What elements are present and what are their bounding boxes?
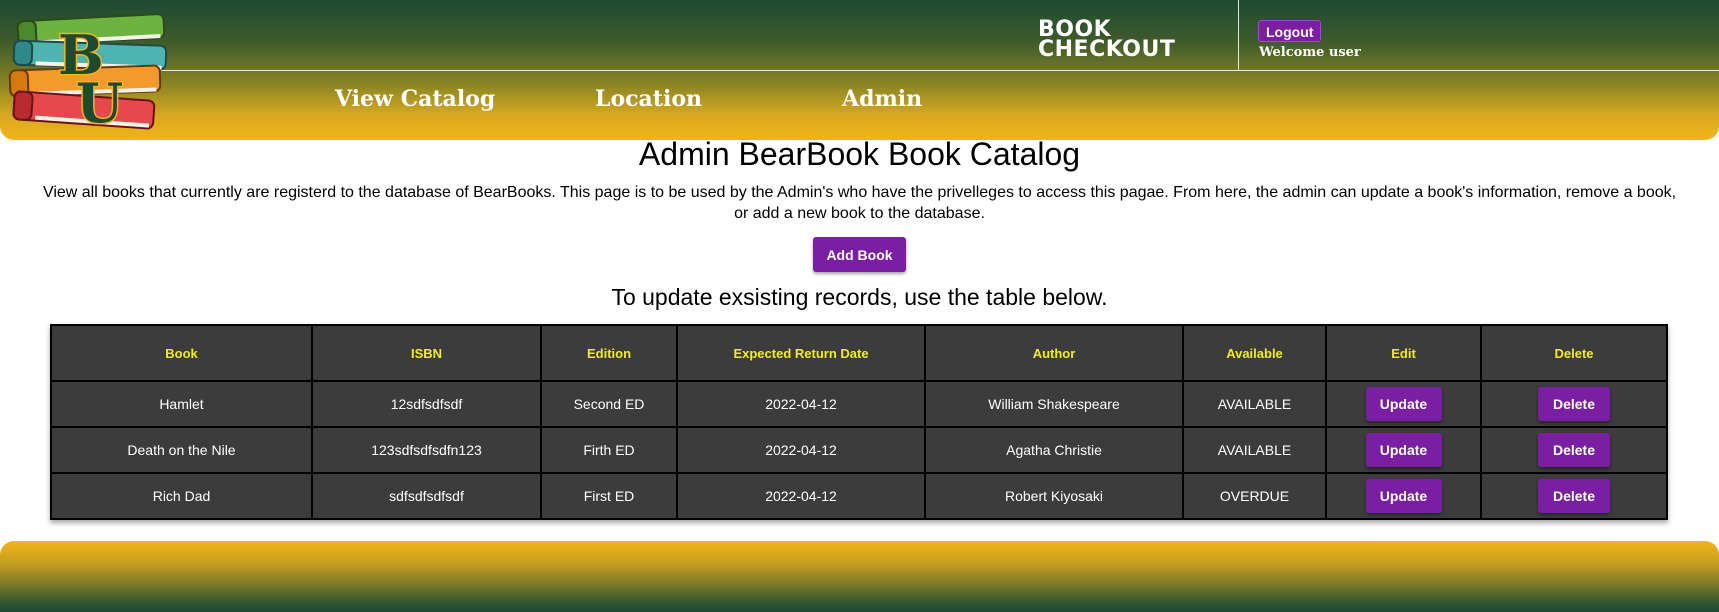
cell-book: Rich Dad (50, 472, 313, 520)
col-header-return-date: Expected Return Date (676, 324, 926, 382)
table-row: Death on the Nile 123sdfsdfsdfn123 Firth… (50, 426, 1668, 474)
svg-text:U: U (76, 71, 123, 135)
cell-author: William Shakespeare (924, 380, 1184, 428)
cell-edition: Firth ED (540, 426, 678, 474)
header-vertical-divider (1238, 0, 1239, 70)
cell-return-date: 2022-04-12 (676, 426, 926, 474)
table-instructions: To update exsisting records, use the tab… (611, 284, 1108, 310)
delete-button[interactable]: Delete (1538, 433, 1610, 467)
brand-line-2: CHECKOUT (1038, 37, 1176, 62)
page: BOOK CHECKOUT Logout Welcome user View C… (0, 0, 1719, 612)
table-header-row: Book ISBN Edition Expected Return Date A… (50, 324, 1668, 382)
page-title: Admin BearBook Book Catalog (638, 136, 1081, 172)
cell-isbn: sdfsdfsdfsdf (311, 472, 542, 520)
books-table: Book ISBN Edition Expected Return Date A… (50, 324, 1668, 520)
nav-view-catalog[interactable]: View Catalog (335, 86, 495, 112)
update-button[interactable]: Update (1365, 433, 1442, 467)
logout-button[interactable]: Logout (1258, 20, 1322, 42)
cell-edit: Update (1325, 426, 1482, 474)
cell-return-date: 2022-04-12 (676, 380, 926, 428)
site-footer (0, 541, 1719, 612)
cell-isbn: 12sdfsdfsdf (311, 380, 542, 428)
table-row: Hamlet 12sdfsdfsdf Second ED 2022-04-12 … (50, 380, 1668, 428)
add-book-button[interactable]: Add Book (813, 237, 906, 272)
table-row: Rich Dad sdfsdfsdfsdf First ED 2022-04-1… (50, 472, 1668, 520)
page-description: View all books that currently are regist… (42, 184, 1677, 222)
cell-available: AVAILABLE (1182, 426, 1327, 474)
cell-author: Robert Kiyosaki (924, 472, 1184, 520)
header-divider-line (150, 70, 1719, 71)
cell-delete: Delete (1480, 472, 1668, 520)
site-header: BOOK CHECKOUT Logout Welcome user View C… (0, 0, 1719, 140)
nav-admin[interactable]: Admin (842, 86, 922, 112)
cell-author: Agatha Christie (924, 426, 1184, 474)
update-button[interactable]: Update (1365, 479, 1442, 513)
cell-edition: Second ED (540, 380, 678, 428)
cell-available: AVAILABLE (1182, 380, 1327, 428)
welcome-text: Welcome user (1259, 45, 1361, 60)
update-button[interactable]: Update (1365, 387, 1442, 421)
col-header-edition: Edition (540, 324, 678, 382)
cell-edit: Update (1325, 472, 1482, 520)
cell-delete: Delete (1480, 426, 1668, 474)
cell-book: Hamlet (50, 380, 313, 428)
col-header-isbn: ISBN (311, 324, 542, 382)
col-header-book: Book (50, 324, 313, 382)
books-stack-bu-logo-icon[interactable]: B U (4, 8, 174, 136)
delete-button[interactable]: Delete (1538, 479, 1610, 513)
col-header-delete: Delete (1480, 324, 1668, 382)
cell-delete: Delete (1480, 380, 1668, 428)
col-header-edit: Edit (1325, 324, 1482, 382)
col-header-available: Available (1182, 324, 1327, 382)
cell-isbn: 123sdfsdfsdfn123 (311, 426, 542, 474)
brand-title: BOOK CHECKOUT (1038, 19, 1176, 62)
col-header-author: Author (924, 324, 1184, 382)
cell-available: OVERDUE (1182, 472, 1327, 520)
cell-book: Death on the Nile (50, 426, 313, 474)
delete-button[interactable]: Delete (1538, 387, 1610, 421)
nav-location[interactable]: Location (595, 86, 702, 112)
cell-return-date: 2022-04-12 (676, 472, 926, 520)
cell-edition: First ED (540, 472, 678, 520)
cell-edit: Update (1325, 380, 1482, 428)
